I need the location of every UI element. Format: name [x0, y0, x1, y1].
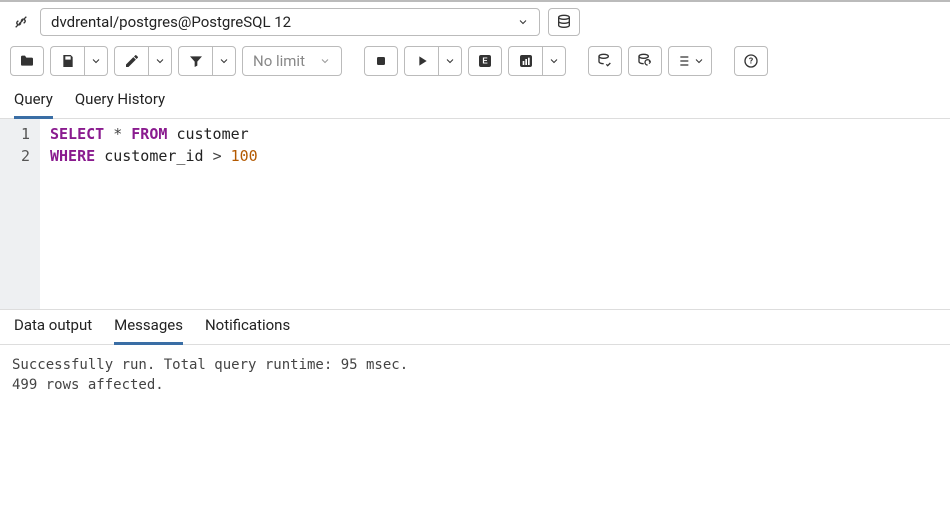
rollback-button[interactable] — [628, 46, 662, 76]
connection-bar: dvdrental/postgres@PostgreSQL 12 — [0, 2, 950, 42]
help-button[interactable]: ? — [734, 46, 768, 76]
execute-group — [404, 46, 462, 76]
chevron-down-icon — [319, 55, 331, 67]
connection-status-icon — [10, 11, 32, 33]
chevron-down-icon — [444, 55, 456, 67]
sql-editor[interactable]: 1 2 SELECT * FROM customer WHERE custome… — [0, 119, 950, 309]
execute-button[interactable] — [404, 46, 438, 76]
svg-text:?: ? — [749, 57, 753, 67]
output-tabs: Data output Messages Notifications — [0, 309, 950, 345]
messages-panel: Successfully run. Total query runtime: 9… — [0, 345, 950, 405]
play-icon — [414, 53, 430, 69]
query-toolbar: No limit E ? — [0, 42, 950, 84]
edit-button[interactable] — [114, 46, 148, 76]
folder-icon — [19, 53, 35, 69]
edit-group — [114, 46, 172, 76]
tab-messages[interactable]: Messages — [114, 310, 183, 345]
help-icon: ? — [743, 53, 759, 69]
database-rollback-icon — [637, 53, 653, 69]
new-connection-button[interactable] — [548, 8, 580, 36]
edit-dropdown[interactable] — [148, 46, 172, 76]
chevron-down-icon — [548, 55, 560, 67]
save-dropdown[interactable] — [84, 46, 108, 76]
filter-group — [178, 46, 236, 76]
editor-tabs: Query Query History — [0, 84, 950, 119]
filter-button[interactable] — [178, 46, 212, 76]
stop-button[interactable] — [364, 46, 398, 76]
explain-button[interactable]: E — [468, 46, 502, 76]
editor-gutter: 1 2 — [0, 119, 40, 309]
explain-icon: E — [477, 53, 493, 69]
connection-label: dvdrental/postgres@PostgreSQL 12 — [51, 13, 291, 31]
chevron-down-icon — [693, 55, 705, 67]
open-file-button[interactable] — [10, 46, 44, 76]
message-line: 499 rows affected. — [12, 375, 938, 395]
pencil-icon — [124, 53, 140, 69]
execute-dropdown[interactable] — [438, 46, 462, 76]
tab-query[interactable]: Query — [14, 84, 53, 119]
row-limit-select[interactable]: No limit — [242, 46, 342, 76]
chart-icon — [518, 53, 534, 69]
chevron-down-icon — [517, 16, 529, 28]
database-check-icon — [597, 53, 613, 69]
chevron-down-icon — [154, 55, 166, 67]
save-group — [50, 46, 108, 76]
list-icon — [675, 53, 691, 69]
chevron-down-icon — [90, 55, 102, 67]
macros-button[interactable] — [668, 46, 712, 76]
tab-query-history[interactable]: Query History — [75, 84, 165, 119]
analyze-button[interactable] — [508, 46, 542, 76]
svg-text:E: E — [482, 57, 488, 66]
save-icon — [60, 53, 76, 69]
tab-data-output[interactable]: Data output — [14, 310, 92, 345]
row-limit-label: No limit — [253, 52, 305, 70]
commit-button[interactable] — [588, 46, 622, 76]
chevron-down-icon — [218, 55, 230, 67]
message-line: Successfully run. Total query runtime: 9… — [12, 355, 938, 375]
stop-icon — [373, 53, 389, 69]
connection-select[interactable]: dvdrental/postgres@PostgreSQL 12 — [40, 8, 540, 36]
filter-dropdown[interactable] — [212, 46, 236, 76]
editor-content[interactable]: SELECT * FROM customer WHERE customer_id… — [40, 119, 268, 309]
analyze-group — [508, 46, 566, 76]
tab-notifications[interactable]: Notifications — [205, 310, 290, 345]
database-icon — [556, 14, 572, 30]
filter-icon — [188, 53, 204, 69]
analyze-dropdown[interactable] — [542, 46, 566, 76]
save-button[interactable] — [50, 46, 84, 76]
